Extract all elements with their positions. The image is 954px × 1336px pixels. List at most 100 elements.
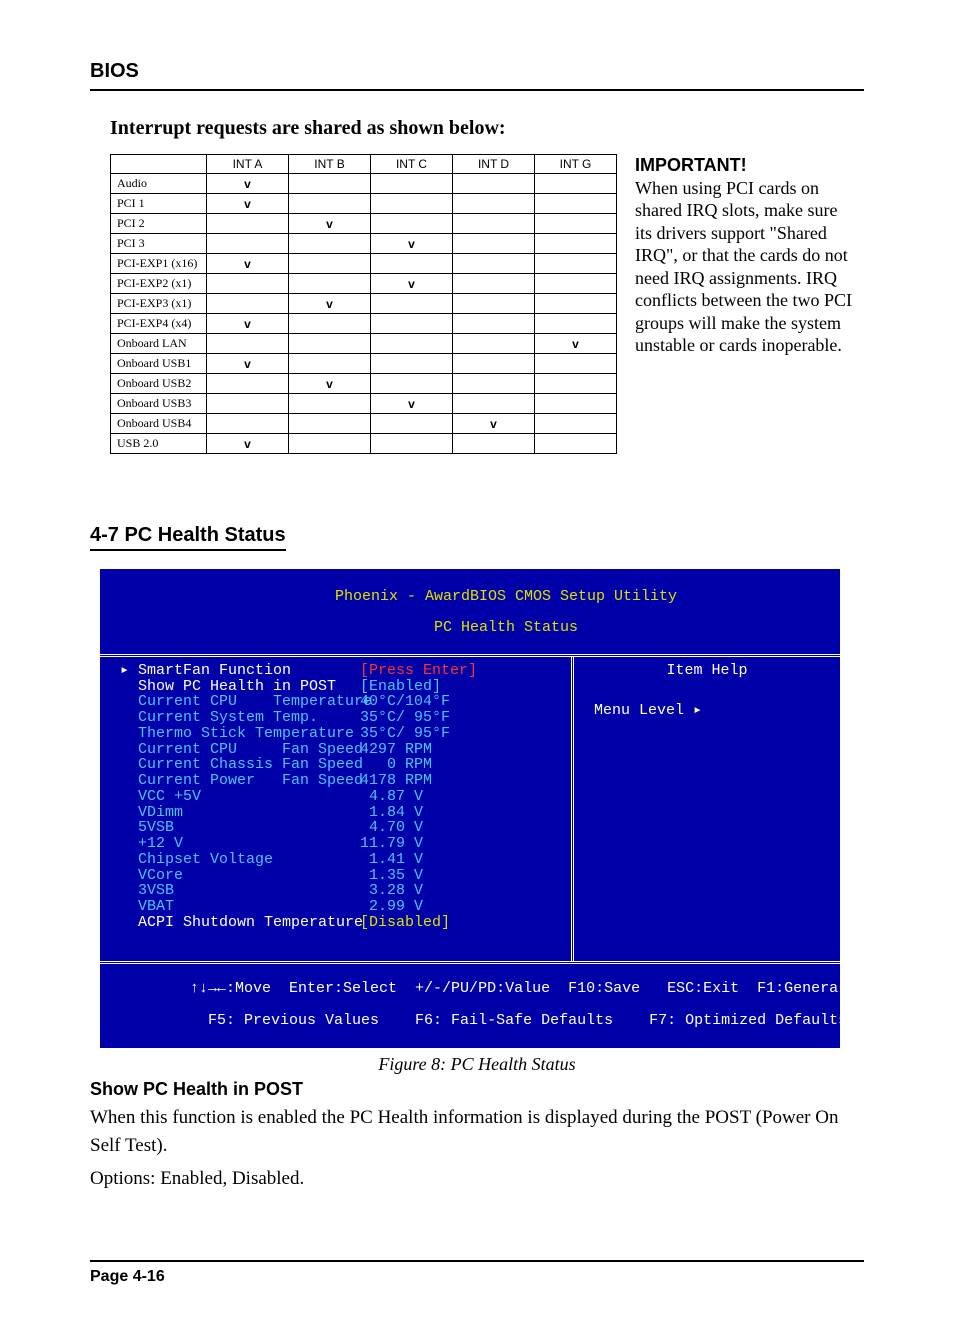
irq-cell xyxy=(535,314,617,334)
bios-line-value: 4297 RPM xyxy=(360,742,432,758)
irq-cell xyxy=(535,434,617,454)
irq-cell xyxy=(207,374,289,394)
irq-row-label: PCI 2 xyxy=(111,214,207,234)
irq-row-label: PCI 3 xyxy=(111,234,207,254)
irq-cell xyxy=(207,334,289,354)
irq-row-label: Onboard USB3 xyxy=(111,394,207,414)
important-note: IMPORTANT! When using PCI cards on share… xyxy=(635,154,855,357)
bios-line: ▸ SmartFan Function[Press Enter] xyxy=(120,663,563,679)
irq-cell: v xyxy=(207,434,289,454)
irq-row-label: Onboard LAN xyxy=(111,334,207,354)
irq-cell: v xyxy=(371,394,453,414)
irq-cell xyxy=(535,374,617,394)
irq-cell xyxy=(371,434,453,454)
body-paragraph-2: Options: Enabled, Disabled. xyxy=(90,1165,864,1193)
irq-cell xyxy=(371,214,453,234)
bios-line-value: 11.79 V xyxy=(360,836,423,852)
irq-cell xyxy=(535,234,617,254)
body-subheading: Show PC Health in POST xyxy=(90,1079,864,1100)
bios-line-label: ACPI Shutdown Temperature xyxy=(120,915,360,931)
irq-cell xyxy=(453,274,535,294)
bios-line-label: Show PC Health in POST xyxy=(120,679,360,695)
irq-cell xyxy=(371,314,453,334)
irq-cell xyxy=(535,274,617,294)
important-label: IMPORTANT! xyxy=(635,155,747,175)
irq-cell xyxy=(453,194,535,214)
bios-line-label: Current Chassis Fan Speed xyxy=(120,757,360,773)
irq-row-label: USB 2.0 xyxy=(111,434,207,454)
bios-line-value: 2.99 V xyxy=(360,899,423,915)
important-body: When using PCI cards on shared IRQ slots… xyxy=(635,178,852,356)
bios-line: Current CPU Temperature40°C/104°F xyxy=(120,694,563,710)
section-4-7: 4-7 PC Health Status Phoenix - AwardBIOS… xyxy=(90,484,864,1193)
irq-cell: v xyxy=(453,414,535,434)
bios-line: 3VSB 3.28 V xyxy=(120,883,563,899)
bios-line-label: 5VSB xyxy=(120,820,360,836)
irq-cell xyxy=(289,394,371,414)
bios-line-label: Current CPU Fan Speed xyxy=(120,742,360,758)
irq-cell xyxy=(371,294,453,314)
arrow-right-icon: ▸ xyxy=(693,703,702,719)
irq-cell xyxy=(535,394,617,414)
table-row: Onboard USB2v xyxy=(111,374,617,394)
irq-heading: Interrupt requests are shared as shown b… xyxy=(110,117,864,140)
irq-cell xyxy=(453,354,535,374)
irq-cell xyxy=(207,394,289,414)
bios-line: Current Power Fan Speed4178 RPM xyxy=(120,773,563,789)
irq-col-blank xyxy=(111,155,207,174)
irq-cell: v xyxy=(371,274,453,294)
bios-line: VBAT 2.99 V xyxy=(120,899,563,915)
table-row: PCI 2 v xyxy=(111,214,617,234)
bios-line-value: 4178 RPM xyxy=(360,773,432,789)
irq-cell xyxy=(535,254,617,274)
irq-cell xyxy=(289,414,371,434)
bios-line-label: Current System Temp. xyxy=(120,710,360,726)
irq-cell xyxy=(207,274,289,294)
irq-cell: v xyxy=(289,294,371,314)
bios-line-label: Chipset Voltage xyxy=(120,852,360,868)
bios-left-pane: ▸ SmartFan Function[Press Enter] Show PC… xyxy=(100,657,574,961)
bios-line: VCore 1.35 V xyxy=(120,868,563,884)
irq-col-header: INT A xyxy=(207,155,289,174)
table-row: USB 2.0v xyxy=(111,434,617,454)
irq-cell xyxy=(453,214,535,234)
irq-cell xyxy=(289,274,371,294)
irq-cell: v xyxy=(207,254,289,274)
irq-cell xyxy=(371,414,453,434)
irq-cell xyxy=(535,414,617,434)
irq-row-label: Onboard USB2 xyxy=(111,374,207,394)
irq-cell: v xyxy=(207,194,289,214)
bios-line: Current Chassis Fan Speed 0 RPM xyxy=(120,757,563,773)
irq-cell xyxy=(289,334,371,354)
bios-title: Phoenix - AwardBIOS CMOS Setup Utility P… xyxy=(100,569,840,654)
irq-cell: v xyxy=(289,214,371,234)
bios-line-label: ▸ SmartFan Function xyxy=(120,663,360,679)
irq-section: Interrupt requests are shared as shown b… xyxy=(90,117,864,454)
irq-row-label: PCI-EXP2 (x1) xyxy=(111,274,207,294)
page-footer: Page 4-16 xyxy=(90,1260,864,1286)
irq-row-label: PCI 1 xyxy=(111,194,207,214)
irq-row-label: PCI-EXP3 (x1) xyxy=(111,294,207,314)
bios-line-label: VDimm xyxy=(120,805,360,821)
table-row: PCI-EXP4 (x4)v xyxy=(111,314,617,334)
bios-line-value: 4.87 V xyxy=(360,789,423,805)
bios-line: Current System Temp.35°C/ 95°F xyxy=(120,710,563,726)
bios-line: VDimm 1.84 V xyxy=(120,805,563,821)
bios-line: Chipset Voltage 1.41 V xyxy=(120,852,563,868)
irq-row-label: Audio xyxy=(111,174,207,194)
irq-cell xyxy=(371,374,453,394)
irq-col-header: INT D xyxy=(453,155,535,174)
bios-line: 5VSB 4.70 V xyxy=(120,820,563,836)
bios-line-label: VBAT xyxy=(120,899,360,915)
bios-menu-level: Menu Level ▸ xyxy=(582,679,832,719)
table-row: PCI-EXP1 (x16)v xyxy=(111,254,617,274)
bios-line-label: VCore xyxy=(120,868,360,884)
irq-cell xyxy=(207,214,289,234)
bios-line-value: 35°C/ 95°F xyxy=(360,710,450,726)
bios-line-label: Current Power Fan Speed xyxy=(120,773,360,789)
irq-row-label: Onboard USB4 xyxy=(111,414,207,434)
irq-cell xyxy=(207,414,289,434)
bios-line: Thermo Stick Temperature35°C/ 95°F xyxy=(120,726,563,742)
bios-line-label: 3VSB xyxy=(120,883,360,899)
irq-cell: v xyxy=(207,314,289,334)
